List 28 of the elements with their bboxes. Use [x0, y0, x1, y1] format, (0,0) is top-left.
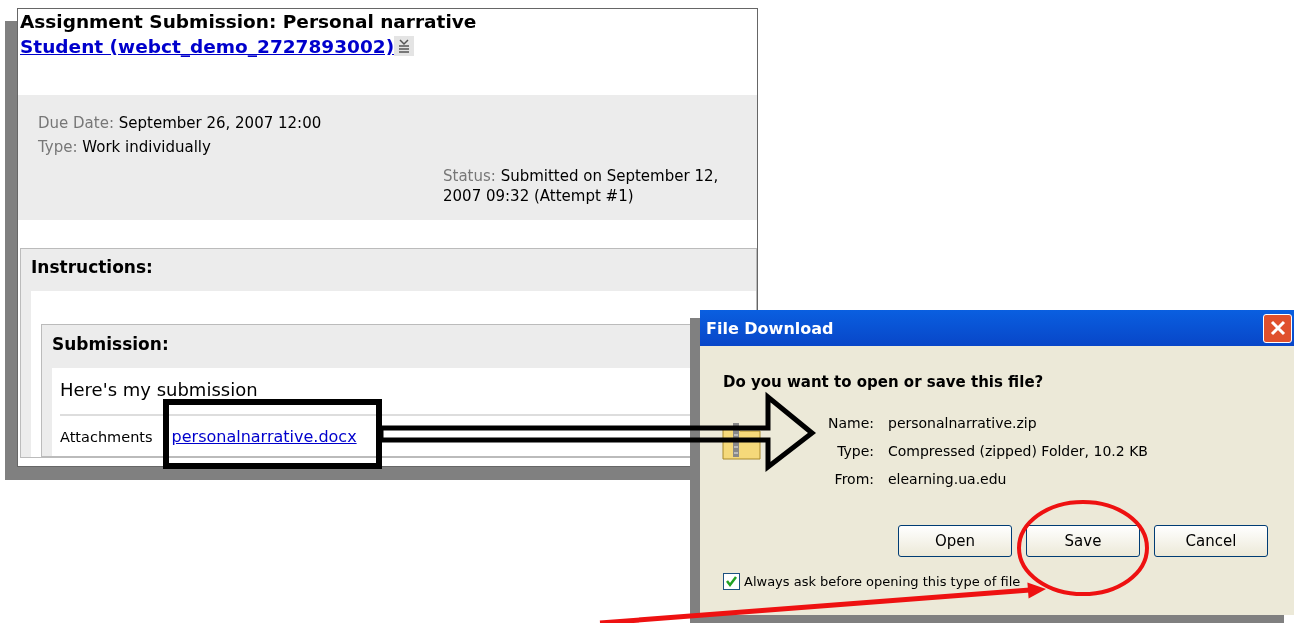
- dialog-title: File Download: [706, 318, 834, 338]
- attachment-link[interactable]: personalnarrative.docx: [171, 416, 357, 456]
- instructions-heading: Instructions:: [31, 256, 153, 279]
- field-value: personalnarrative.zip: [888, 414, 1038, 433]
- download-icon[interactable]: [394, 36, 415, 56]
- close-icon: [1268, 319, 1287, 337]
- attachments-label: Attachments: [60, 428, 153, 447]
- checkbox-label: Always ask before opening this type of file: [744, 574, 1021, 589]
- submission-heading: Submission:: [52, 333, 169, 356]
- dialog-button[interactable]: Cancel: [1154, 525, 1268, 557]
- dialog-question: Do you want to open or save this file?: [723, 373, 1045, 393]
- status-text: Status: Submitted on September 12, 2007 09:32 (Attempt #1): [443, 166, 720, 206]
- detail-value: Work individually: [82, 138, 211, 156]
- dialog-button[interactable]: Save: [1026, 525, 1140, 557]
- detail-value: September 26, 2007 12:00: [118, 114, 322, 132]
- field-label: Type:: [836, 442, 874, 461]
- field-label: From:: [833, 470, 874, 489]
- field-value: elearning.ua.edu: [888, 470, 1008, 489]
- field-value: Compressed (zipped) Folder, 10.2 KB: [888, 442, 1148, 461]
- checkbox[interactable]: [723, 573, 740, 590]
- student-link[interactable]: Student (webct_demo_2727893002): [20, 36, 395, 57]
- detail-label: Type:: [38, 138, 78, 156]
- assignment-title: Assignment Submission: Personal narrative: [20, 11, 477, 32]
- dialog-button[interactable]: Open: [898, 525, 1012, 557]
- field-label: Name:: [826, 414, 874, 433]
- detail-label: Due Date:: [38, 114, 114, 132]
- submission-text: Here's my submission: [60, 379, 258, 400]
- close-button[interactable]: [1263, 313, 1292, 343]
